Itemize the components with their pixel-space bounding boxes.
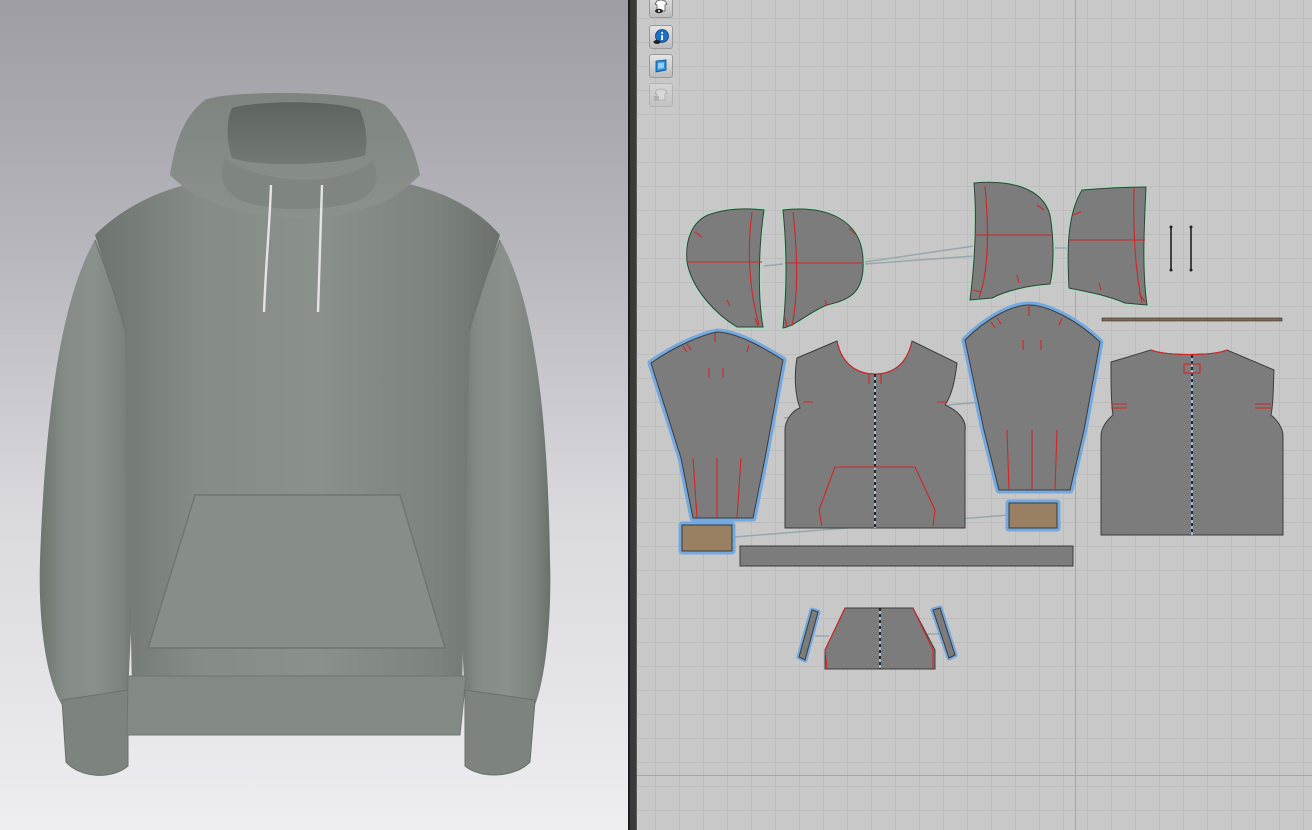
pattern-pocket[interactable]: [824, 607, 936, 670]
pattern-right-cuff[interactable]: [1005, 499, 1061, 532]
pattern-front-body[interactable]: [784, 340, 966, 529]
pocket-3d: [146, 494, 447, 649]
right-cuff-3d: [464, 689, 536, 776]
waistband-3d: [126, 675, 467, 736]
pattern-pocket-facing-left[interactable]: [796, 607, 821, 663]
pattern-hood-right-side[interactable]: [1066, 184, 1150, 308]
pattern-left-cuff[interactable]: [678, 521, 736, 555]
pattern-hood-right-center[interactable]: [967, 180, 1056, 303]
pattern-canvas: [647, 180, 1284, 670]
hoodie-3d-render: [39, 93, 551, 776]
2d-pattern-viewport[interactable]: [637, 0, 1312, 830]
pattern-hood-left-center[interactable]: [780, 207, 866, 331]
left-cuff-3d: [61, 689, 129, 776]
pattern-drawcord-strips[interactable]: [1169, 225, 1193, 272]
pattern-left-sleeve[interactable]: [647, 328, 787, 522]
pattern-pocket-facing-right[interactable]: [930, 605, 958, 661]
viewport-splitter[interactable]: [628, 0, 637, 830]
pattern-back-body[interactable]: [1100, 349, 1284, 536]
3d-viewport[interactable]: [0, 0, 628, 830]
pattern-waist-band[interactable]: [739, 545, 1074, 567]
pattern-hood-left-side[interactable]: [684, 206, 767, 329]
pattern-hem-strip-top[interactable]: [1101, 317, 1283, 322]
pattern-right-sleeve[interactable]: [961, 301, 1104, 494]
hood-opening-3d: [227, 102, 367, 165]
